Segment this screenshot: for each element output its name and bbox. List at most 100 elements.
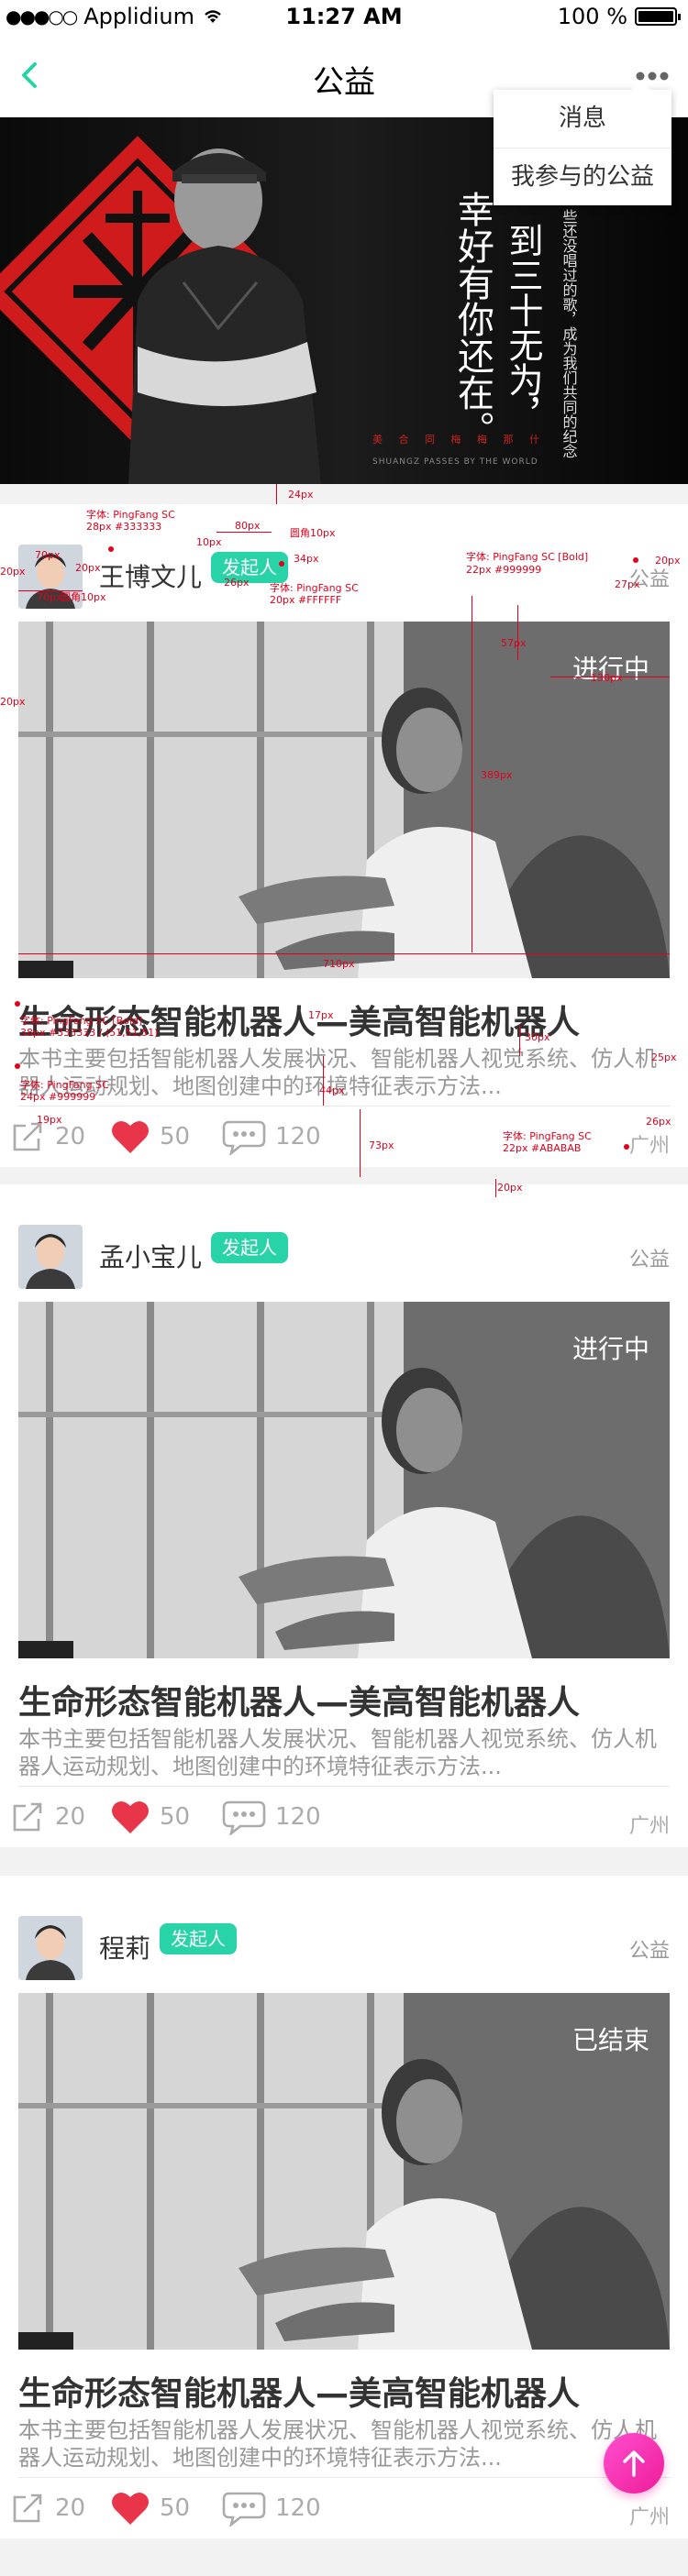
spec-note: 26px bbox=[224, 577, 250, 589]
category-label: 公益 bbox=[628, 1940, 670, 1963]
banner-text-col2: 到三十无为， bbox=[503, 223, 543, 432]
spec-note: 26px bbox=[646, 1116, 671, 1128]
spec-note: 389px bbox=[481, 769, 513, 781]
username[interactable]: 程莉 bbox=[99, 1929, 150, 1965]
banner-tagline-en: SHUANGZ PASSES BY THE WORLD bbox=[372, 457, 538, 467]
spec-note: 20px bbox=[655, 555, 681, 567]
battery-icon bbox=[635, 7, 681, 26]
menu-item-messages[interactable]: 消息 bbox=[494, 90, 671, 148]
share-button[interactable]: 20 bbox=[9, 2490, 85, 2526]
spec-note: 44px bbox=[319, 1084, 345, 1096]
comment-button[interactable]: 120 bbox=[222, 1799, 321, 1835]
action-bar: 20 50 120 广州 bbox=[0, 2490, 688, 2536]
like-count: 50 bbox=[160, 1803, 191, 1831]
action-bar: 20 50 120 广州 bbox=[0, 1799, 688, 1844]
banner-text-col3: 些还没唱过的歌，成为我们共同的纪念 bbox=[560, 209, 578, 458]
spec-note: 28px #333333 bbox=[86, 521, 162, 533]
banner-tagline: 美 合 同 梅 梅 那 什 bbox=[372, 433, 546, 446]
location-label: 广州 bbox=[628, 2506, 670, 2529]
card-title[interactable]: 生命形态智能机器人—美高智能机器人 bbox=[18, 1676, 580, 1723]
charity-card[interactable]: 王博文儿 发起人 公益 进行中 生命形态智能机器人—美高智能机器人 本书主要包括… bbox=[0, 504, 688, 1167]
heart-icon bbox=[112, 1120, 149, 1153]
spec-note: 24px #999999 bbox=[20, 1091, 96, 1103]
spec-note: 73px bbox=[369, 1139, 394, 1151]
spec-note: 字体: PingFang SC [Bold] bbox=[20, 1015, 143, 1027]
heart-icon bbox=[112, 2492, 149, 2525]
spec-note: 710px bbox=[323, 958, 355, 970]
card-title[interactable]: 生命形态智能机器人—美高智能机器人 bbox=[18, 2367, 580, 2415]
share-button[interactable]: 20 bbox=[9, 1799, 85, 1835]
spec-note: 30px bbox=[525, 1031, 550, 1043]
comment-icon bbox=[222, 1120, 266, 1155]
spec-note: 20px bbox=[75, 562, 101, 574]
comment-button[interactable]: 120 bbox=[222, 1118, 321, 1155]
divider bbox=[18, 2477, 670, 2478]
banner-big-text: 幸好有你还在。 bbox=[451, 191, 494, 447]
spec-note: 字体: PingFang SC bbox=[270, 582, 359, 594]
arrow-up-icon bbox=[623, 2450, 645, 2477]
spec-note: 25px bbox=[651, 1051, 677, 1063]
ann-line bbox=[519, 1025, 520, 1056]
spec-note: 34px bbox=[294, 553, 319, 565]
status-right: 100 % bbox=[557, 4, 681, 29]
spec-note: 70px bbox=[37, 591, 62, 603]
avatar[interactable] bbox=[18, 1916, 83, 1980]
avatar[interactable] bbox=[18, 1225, 83, 1289]
comment-count: 120 bbox=[275, 1803, 321, 1831]
share-icon bbox=[13, 1802, 42, 1832]
spec-note: 22px #ABABAB bbox=[503, 1142, 582, 1154]
ann-line bbox=[18, 953, 670, 954]
divider bbox=[18, 1786, 670, 1787]
initiator-badge: 发起人 bbox=[211, 552, 288, 583]
status-label: 已结束 bbox=[571, 2025, 649, 2055]
avatar-image bbox=[18, 1916, 83, 1980]
ann-dot bbox=[279, 561, 284, 567]
ann-line bbox=[323, 1056, 324, 1106]
comment-count: 120 bbox=[275, 1123, 321, 1150]
like-count: 50 bbox=[160, 1123, 191, 1150]
ann-dot bbox=[633, 557, 638, 563]
ann-line bbox=[216, 532, 272, 533]
cover-photo[interactable]: 已结束 bbox=[18, 1993, 670, 2350]
location-label: 广州 bbox=[628, 1135, 670, 1158]
cover-photo[interactable]: 进行中 bbox=[18, 1302, 670, 1658]
menu-item-my-charity[interactable]: 我参与的公益 bbox=[494, 148, 671, 205]
share-count: 20 bbox=[55, 1123, 86, 1150]
cover-photo[interactable]: 进行中 bbox=[18, 622, 670, 978]
charity-card[interactable]: 孟小宝儿 发起人 公益 进行中 生命形态智能机器人—美高智能机器人 本书主要包括… bbox=[0, 1184, 688, 1847]
ann-dot bbox=[15, 1063, 20, 1069]
like-button[interactable]: 50 bbox=[110, 1799, 190, 1835]
ann-dot bbox=[624, 1144, 629, 1150]
charity-card[interactable]: 程莉 发起人 公益 已结束 生命形态智能机器人—美高智能机器人 本书主要包括智能… bbox=[0, 1876, 688, 2538]
ann-line bbox=[517, 605, 518, 660]
spec-note: 70px bbox=[35, 549, 61, 561]
spec-note: 圆角10px bbox=[61, 591, 106, 603]
avatar-image bbox=[18, 1225, 83, 1289]
spec-note: 字体: PingFang SC bbox=[20, 1079, 109, 1091]
category-label: 公益 bbox=[628, 1249, 670, 1271]
spec-note: 130px bbox=[591, 672, 623, 684]
location-label: 广州 bbox=[628, 1815, 670, 1838]
battery-level: 100 % bbox=[557, 4, 627, 29]
comment-button[interactable]: 120 bbox=[222, 2490, 321, 2526]
initiator-badge: 发起人 bbox=[160, 1923, 237, 1954]
initiator-badge: 发起人 bbox=[211, 1232, 288, 1263]
spec-note: 20px bbox=[0, 696, 26, 708]
card-description: 本书主要包括智能机器人发展状况、智能机器人视觉系统、仿人机器人运动规划、地图创建… bbox=[18, 1726, 657, 1779]
spec-note: 17px bbox=[308, 1009, 334, 1021]
ann-dot bbox=[108, 546, 114, 552]
username[interactable]: 王博文儿 bbox=[99, 557, 202, 594]
share-icon bbox=[13, 2493, 42, 2523]
dropdown-menu: 消息 我参与的公益 bbox=[494, 81, 671, 205]
spec-note: 57px bbox=[501, 637, 527, 649]
like-button[interactable]: 50 bbox=[110, 1118, 190, 1155]
comment-icon bbox=[222, 1800, 266, 1835]
ann-line bbox=[276, 484, 277, 504]
scroll-top-button[interactable] bbox=[604, 2433, 664, 2493]
ann-line bbox=[360, 1109, 361, 1177]
spec-note: 字体: PingFang SC bbox=[86, 509, 175, 521]
ann-dot bbox=[15, 1001, 20, 1007]
share-count: 20 bbox=[55, 2494, 86, 2522]
username[interactable]: 孟小宝儿 bbox=[99, 1238, 202, 1274]
like-button[interactable]: 50 bbox=[110, 2490, 190, 2526]
